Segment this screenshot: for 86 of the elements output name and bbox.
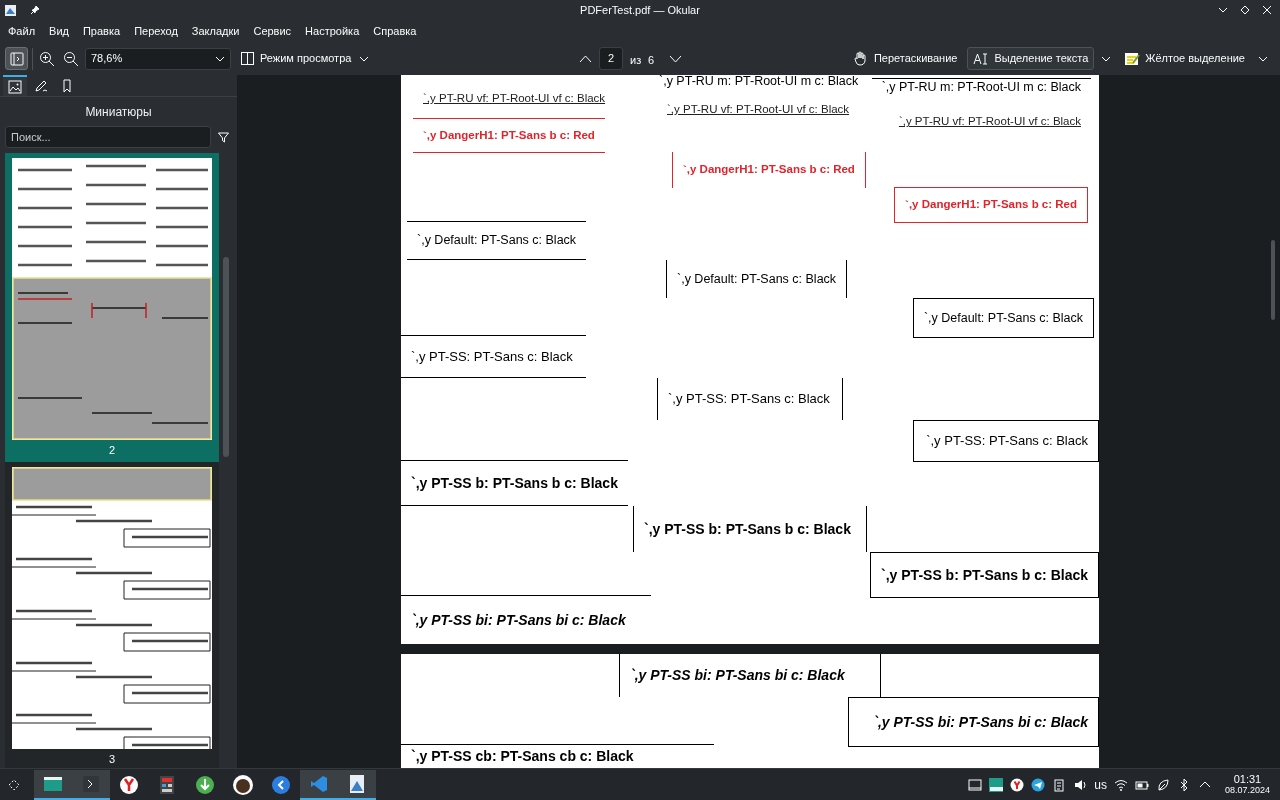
wifi-icon[interactable] xyxy=(1113,777,1128,792)
zoom-out-icon[interactable] xyxy=(63,50,79,67)
speaker-icon[interactable] xyxy=(1073,777,1088,792)
page-number-field[interactable]: 2 xyxy=(599,47,623,70)
chevron-down-icon xyxy=(215,55,225,62)
menu-item[interactable]: Переход xyxy=(128,21,184,41)
chevron-down-icon xyxy=(359,55,370,62)
thumbnail[interactable]: 2 xyxy=(5,153,219,462)
highlighter-icon xyxy=(1124,50,1141,67)
close-icon[interactable] xyxy=(1262,5,1272,15)
menu-item[interactable]: Настройка xyxy=(299,21,366,41)
page-number-label: 2 xyxy=(108,443,116,458)
taskbar-button[interactable] xyxy=(300,769,338,800)
framed-text: `,y Default: PT-Sans c: Black xyxy=(407,221,587,260)
pen-icon xyxy=(34,78,48,93)
framed-text: `,y PT-SS bi: PT-Sans bi c: Black xyxy=(619,654,881,697)
framed-text: `,y DangerH1: PT-Sans b c: Red xyxy=(894,187,1088,223)
sidebar-tab[interactable] xyxy=(3,75,27,96)
chevron-down-icon[interactable] xyxy=(1101,55,1112,62)
framed-text: `,y PT-SS bi: PT-Sans bi c: Black xyxy=(401,595,651,644)
taskbar-button[interactable] xyxy=(338,769,376,800)
scrollbar-thumb[interactable] xyxy=(223,257,229,457)
tool-button[interactable]: Жёлтое выделение xyxy=(1118,47,1251,70)
framed-text: `,y DangerH1: PT-Sans b c: Red xyxy=(672,152,866,188)
framed-text: `,y PT-SS b: PT-Sans b c: Black xyxy=(401,460,628,506)
text-line: `,y PT-RU vf: PT-Root-UI vf c: Black xyxy=(422,91,607,107)
taskbar-button[interactable] xyxy=(72,769,110,800)
paper-plane-icon[interactable] xyxy=(1031,777,1046,792)
clock-time[interactable]: 01:31 xyxy=(1233,773,1262,785)
text-cursor-icon xyxy=(973,50,990,67)
taskbar-button[interactable] xyxy=(34,769,72,800)
menu-item[interactable]: Сервис xyxy=(247,21,298,41)
bookmark-icon xyxy=(60,78,74,93)
scrollbar-thumb[interactable] xyxy=(1271,240,1275,320)
framed-text: `,y PT-SS: PT-Sans c: Black xyxy=(913,420,1099,462)
window-title: PDFerTest.pdf — Okular xyxy=(579,2,701,18)
menu-item[interactable]: Закладки xyxy=(185,21,246,41)
leaf-icon[interactable] xyxy=(1155,777,1170,792)
framed-text: `,y DangerH1: PT-Sans b c: Red xyxy=(413,118,605,153)
remote-icon xyxy=(270,773,292,796)
search-field[interactable]: Поиск... xyxy=(5,126,211,148)
sidebar-toggle-button[interactable] xyxy=(5,47,28,70)
menu-item[interactable]: Файл xyxy=(2,21,42,41)
columns-icon xyxy=(241,52,254,65)
avatar-icon xyxy=(232,773,254,796)
download-icon xyxy=(194,773,216,796)
framed-text: `,y PT-SS: PT-Sans c: Black xyxy=(401,335,586,378)
filter-icon[interactable] xyxy=(218,131,229,143)
framed-text: `,y PT-SS: PT-Sans c: Black xyxy=(657,378,843,420)
app-icon xyxy=(4,3,17,17)
text-line: `,y PT-RU vf: PT-Root-UI vf c: Black xyxy=(666,102,851,118)
framed-text: `,y Default: PT-Sans c: Black xyxy=(666,260,848,298)
page-of-label: из xyxy=(630,53,642,68)
app-tile-icon[interactable] xyxy=(989,777,1004,792)
clock-date[interactable]: 08.07.2024 xyxy=(1224,784,1270,796)
browser-icon[interactable] xyxy=(1010,777,1025,792)
keyboard-layout-indicator[interactable]: us xyxy=(1094,775,1107,794)
window-icon[interactable] xyxy=(968,777,983,792)
clipboard-icon[interactable] xyxy=(1052,777,1067,792)
sidebar-title: Миниатюры xyxy=(84,104,153,121)
menu-item[interactable]: Правка xyxy=(76,21,127,41)
next-page-icon[interactable] xyxy=(669,55,682,63)
tool-button[interactable]: Перетаскивание xyxy=(846,47,964,70)
hand-icon xyxy=(852,50,869,67)
text-line: `,y PT-RU vf: PT-Root-UI vf c: Black xyxy=(897,114,1082,130)
framed-text: `,y PT-SS b: PT-Sans b c: Black xyxy=(633,506,867,552)
minimize-icon[interactable] xyxy=(1218,5,1228,15)
framed-text: `,y Default: PT-Sans c: Black xyxy=(912,298,1094,338)
browser-icon xyxy=(118,773,140,796)
page-count: 6 xyxy=(648,53,655,68)
tool-button[interactable]: Выделение текста xyxy=(967,47,1095,70)
image-icon xyxy=(8,79,22,94)
zoom-in-icon[interactable] xyxy=(39,50,55,67)
maximize-icon[interactable] xyxy=(1240,5,1250,15)
previous-page-icon[interactable] xyxy=(579,55,592,63)
framed-text: `,y PT-RU m: PT-Root-UI m c: Black xyxy=(871,78,1091,96)
text-line: `,y PT-RU m: PT-Root-UI m c: Black xyxy=(658,75,860,88)
chevron-down-icon[interactable] xyxy=(1258,55,1268,62)
zoom-combo-box[interactable]: 78,6% xyxy=(85,47,231,70)
framed-text: `,y PT-SS b: PT-Sans b c: Black xyxy=(870,552,1099,598)
menu-item[interactable]: Справка xyxy=(367,21,423,41)
view-mode-button[interactable]: Режим просмотра xyxy=(239,47,372,70)
framed-text: `,y PT-SS bi: PT-Sans bi c: Black xyxy=(848,697,1099,747)
pin-icon[interactable] xyxy=(30,5,40,15)
page-number-label: 3 xyxy=(108,751,116,767)
menu-item[interactable]: Вид xyxy=(43,21,75,41)
